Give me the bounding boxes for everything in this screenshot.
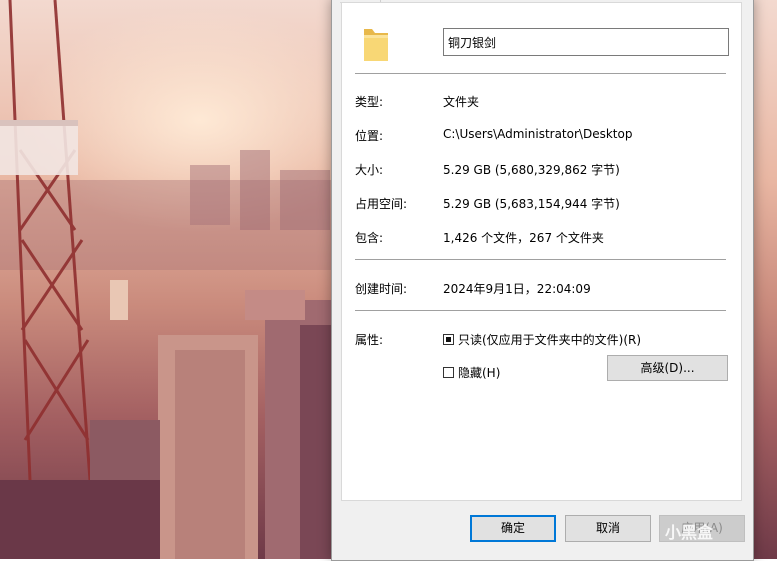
location-label: 位置: <box>355 129 384 143</box>
readonly-checkbox[interactable] <box>443 334 454 345</box>
ok-button[interactable]: 确定 <box>470 515 556 542</box>
separator <box>355 259 726 260</box>
readonly-checkbox-row[interactable]: 只读(仅应用于文件夹中的文件)(R) <box>443 331 641 348</box>
watermark-text: 小黑盒 <box>665 523 714 542</box>
type-label: 类型: <box>355 95 384 109</box>
folder-properties-dialog: 类型: 文件夹 位置: C:\Users\Administrator\Deskt… <box>331 0 754 561</box>
size-on-disk-value: 5.29 GB (5,683,154,944 字节) <box>443 197 620 211</box>
size-on-disk-label: 占用空间: <box>355 197 408 211</box>
cancel-button[interactable]: 取消 <box>565 515 651 542</box>
size-label: 大小: <box>355 163 384 177</box>
separator <box>355 73 726 74</box>
created-label: 创建时间: <box>355 282 408 296</box>
folder-name-input[interactable] <box>443 28 729 56</box>
attributes-label: 属性: <box>355 333 384 347</box>
contains-value: 1,426 个文件，267 个文件夹 <box>443 231 604 245</box>
location-value: C:\Users\Administrator\Desktop <box>443 127 633 141</box>
hidden-checkbox-label: 隐藏(H) <box>458 366 501 380</box>
advanced-button[interactable]: 高级(D)... <box>607 355 728 381</box>
contains-label: 包含: <box>355 231 384 245</box>
size-value: 5.29 GB (5,680,329,862 字节) <box>443 163 620 177</box>
created-value: 2024年9月1日，22:04:09 <box>443 282 591 296</box>
folder-icon <box>364 29 388 61</box>
type-value: 文件夹 <box>443 95 480 109</box>
hidden-checkbox[interactable] <box>443 367 454 378</box>
watermark: 小黑盒 <box>665 514 775 548</box>
separator <box>355 310 726 311</box>
readonly-checkbox-label: 只读(仅应用于文件夹中的文件)(R) <box>458 333 642 347</box>
general-tab-panel: 类型: 文件夹 位置: C:\Users\Administrator\Deskt… <box>341 2 742 501</box>
hidden-checkbox-row[interactable]: 隐藏(H) <box>443 364 500 381</box>
